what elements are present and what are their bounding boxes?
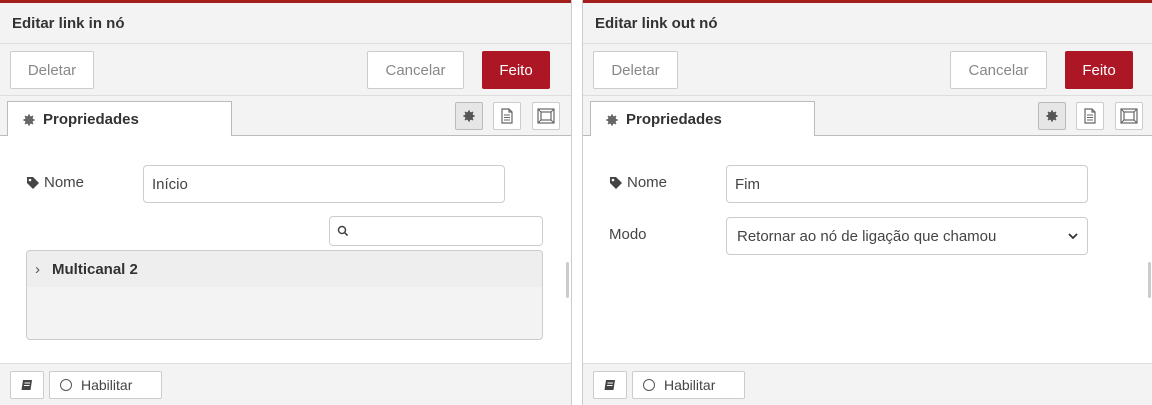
- search-input[interactable]: [329, 216, 543, 246]
- frame-icon: [1120, 108, 1138, 124]
- dialog-button-bar: Deletar Cancelar Feito: [583, 44, 1152, 96]
- appearance-tab-button[interactable]: [532, 102, 560, 130]
- file-text-icon: [501, 108, 513, 124]
- appearance-tab-button[interactable]: [1115, 102, 1143, 130]
- name-field[interactable]: Início: [143, 165, 505, 203]
- tabs-row: Propriedades: [583, 96, 1152, 137]
- dialog-title: Editar link out nó: [595, 15, 718, 32]
- help-button[interactable]: [10, 371, 44, 399]
- mode-select-value: Retornar ao nó de ligação que chamou: [737, 227, 997, 245]
- enable-toggle[interactable]: Habilitar: [49, 371, 162, 399]
- dialog-header: Editar link out nó: [583, 3, 1152, 44]
- circle-icon: [643, 379, 655, 391]
- chevron-right-icon[interactable]: ›: [35, 261, 40, 278]
- dialog-footer: Habilitar: [0, 363, 571, 405]
- scrollbar[interactable]: [566, 262, 569, 298]
- dialog-title: Editar link in nó: [12, 15, 125, 32]
- mode-select[interactable]: Retornar ao nó de ligação que chamou: [726, 217, 1088, 255]
- settings-tab-button[interactable]: [1038, 102, 1066, 130]
- description-tab-button[interactable]: [1076, 102, 1104, 130]
- delete-button[interactable]: Deletar: [10, 51, 94, 89]
- dialog-content: Nome Início › Multicanal 2: [0, 136, 571, 363]
- tab-properties-label: Propriedades: [43, 111, 139, 128]
- tag-icon: [610, 176, 622, 189]
- cancel-button[interactable]: Cancelar: [367, 51, 464, 89]
- edit-link-in-dialog: Editar link in nó Deletar Cancelar Feito…: [0, 0, 572, 405]
- search-icon: [337, 225, 349, 237]
- settings-tab-button[interactable]: [455, 102, 483, 130]
- name-label: Nome: [26, 174, 84, 191]
- link-target-tree: › Multicanal 2: [26, 250, 543, 340]
- cancel-button[interactable]: Cancelar: [950, 51, 1047, 89]
- gear-icon: [606, 113, 618, 126]
- mode-label: Modo: [609, 226, 647, 243]
- frame-icon: [537, 108, 555, 124]
- chevron-down-icon: [1068, 233, 1078, 240]
- book-icon: [604, 380, 615, 390]
- tree-item-flow[interactable]: › Multicanal 2: [27, 251, 542, 287]
- edit-link-out-dialog: Editar link out nó Deletar Cancelar Feit…: [582, 0, 1152, 405]
- name-label: Nome: [609, 174, 667, 191]
- gear-icon: [23, 113, 35, 126]
- name-field[interactable]: Fim: [726, 165, 1088, 203]
- done-button[interactable]: Feito: [482, 51, 550, 89]
- delete-button[interactable]: Deletar: [593, 51, 678, 89]
- dialog-header: Editar link in nó: [0, 3, 571, 44]
- tab-properties[interactable]: Propriedades: [7, 101, 232, 137]
- scrollbar[interactable]: [1148, 262, 1151, 298]
- enable-toggle[interactable]: Habilitar: [632, 371, 745, 399]
- circle-icon: [60, 379, 72, 391]
- tabs-row: Propriedades: [0, 96, 571, 137]
- gear-icon: [1046, 110, 1058, 122]
- done-button[interactable]: Feito: [1065, 51, 1133, 89]
- dialog-footer: Habilitar: [583, 363, 1152, 405]
- gear-icon: [463, 110, 475, 122]
- help-button[interactable]: [593, 371, 627, 399]
- dialog-button-bar: Deletar Cancelar Feito: [0, 44, 571, 96]
- dialog-content: Nome Fim Modo Retornar ao nó de ligação …: [583, 136, 1152, 363]
- file-text-icon: [1084, 108, 1096, 124]
- description-tab-button[interactable]: [493, 102, 521, 130]
- tag-icon: [27, 176, 39, 189]
- book-icon: [21, 380, 32, 390]
- panel-gap: [572, 0, 582, 405]
- tab-properties-label: Propriedades: [626, 111, 722, 128]
- tab-properties[interactable]: Propriedades: [590, 101, 815, 137]
